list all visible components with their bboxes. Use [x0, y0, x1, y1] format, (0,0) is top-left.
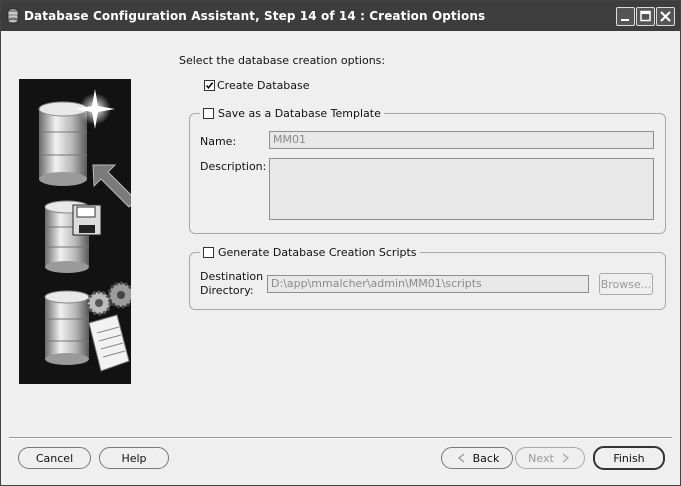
back-label: Back — [472, 451, 500, 465]
create-database-checkbox[interactable] — [204, 80, 215, 91]
checkmark-icon — [205, 82, 214, 90]
arrow-cursor-icon — [92, 164, 137, 208]
help-button[interactable]: Help — [99, 447, 169, 469]
close-window-button[interactable] — [656, 7, 675, 26]
save-template-checkbox[interactable] — [203, 107, 214, 119]
database-save-icon — [44, 200, 102, 273]
footer-separator — [9, 437, 672, 439]
database-script-icon — [44, 281, 135, 372]
close-icon — [660, 11, 671, 22]
chevron-right-icon — [562, 453, 569, 463]
maximize-icon — [640, 10, 651, 22]
template-name-field[interactable]: MM01 — [269, 131, 654, 149]
back-button[interactable]: Back — [441, 447, 513, 469]
destination-label-line1: Destination — [200, 270, 264, 283]
destination-directory-field[interactable]: D:\app\mmalcher\admin\MM01\scripts — [267, 275, 589, 293]
chevron-left-icon — [457, 453, 465, 463]
finish-button[interactable]: Finish — [593, 446, 665, 470]
wizard-illustration — [19, 79, 137, 384]
instruction-text: Select the database creation options: — [179, 54, 386, 67]
template-description-field[interactable] — [269, 158, 654, 220]
generate-scripts-label[interactable]: Generate Database Creation Scripts — [218, 246, 417, 259]
destination-label-line2: Directory: — [200, 284, 254, 297]
name-label: Name: — [200, 135, 237, 148]
save-template-label[interactable]: Save as a Database Template — [218, 107, 381, 120]
window-title: Database Configuration Assistant, Step 1… — [24, 9, 486, 23]
finish-label: Finish — [613, 451, 645, 465]
dialog-window: Database Configuration Assistant, Step 1… — [0, 0, 681, 486]
description-label: Description: — [200, 160, 267, 173]
scripts-group-header: Generate Database Creation Scripts — [200, 244, 420, 260]
minimize-icon — [621, 19, 629, 21]
maximize-button[interactable] — [636, 7, 655, 26]
template-group-header: Save as a Database Template — [200, 105, 384, 121]
cancel-label: Cancel — [35, 451, 74, 465]
next-button[interactable]: Next — [515, 447, 585, 469]
help-label: Help — [121, 451, 147, 465]
generate-scripts-checkbox[interactable] — [203, 246, 214, 258]
cancel-button[interactable]: Cancel — [18, 447, 91, 469]
app-icon — [6, 8, 20, 24]
next-label: Next — [528, 451, 554, 465]
title-bar: Database Configuration Assistant, Step 1… — [1, 1, 680, 31]
browse-button[interactable]: Browse... — [599, 273, 653, 295]
minimize-button[interactable] — [616, 7, 635, 26]
create-database-label[interactable]: Create Database — [217, 79, 310, 92]
